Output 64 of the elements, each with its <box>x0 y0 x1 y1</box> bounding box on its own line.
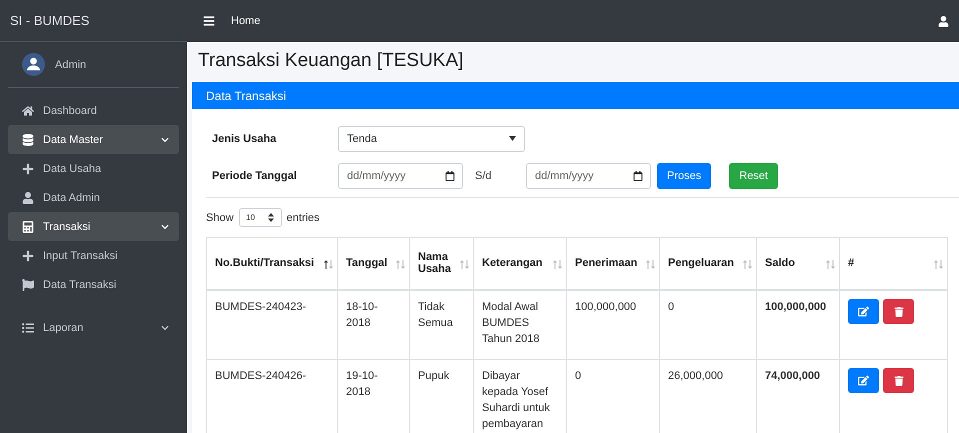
caret-icon <box>509 136 516 141</box>
entries-select[interactable]: 10 <box>238 208 282 227</box>
sidebar-subitem[interactable]: Data Transaksi <box>8 270 179 299</box>
chevron-icon[interactable] <box>161 136 169 144</box>
sidebar-item[interactable]: Data Master <box>8 125 179 154</box>
chevron-icon[interactable] <box>161 222 169 230</box>
page-title: Transaksi Keuangan [TESUKA] <box>198 50 464 72</box>
database-icon <box>22 134 34 146</box>
delete-button[interactable] <box>883 368 914 393</box>
table-cell: Tidak Semua <box>410 290 474 359</box>
column-header[interactable]: Keterangan <box>474 238 566 290</box>
list-icon <box>22 322 34 334</box>
edit-icon <box>858 306 869 316</box>
trash-icon <box>894 306 904 316</box>
card-title: Data Transaksi <box>192 82 959 109</box>
calendar-icon[interactable] <box>633 170 643 180</box>
submit-button[interactable]: Proses <box>657 162 712 188</box>
table-cell: 18-10-2018 <box>338 290 410 359</box>
avatar-icon <box>22 53 45 76</box>
delete-button[interactable] <box>883 299 914 324</box>
sidebar-subitem[interactable]: Data Admin <box>8 183 179 212</box>
table-cell: BUMDES-240423- <box>206 290 338 359</box>
column-header[interactable]: Saldo <box>756 238 840 290</box>
separator-text: S/d <box>474 170 493 182</box>
table-cell: Modal Awal BUMDES Tahun 2018 <box>474 290 566 359</box>
sidebar-item[interactable]: Laporan <box>8 313 179 342</box>
column-header[interactable]: # <box>840 238 948 290</box>
select-field[interactable]: Tenda <box>338 126 525 152</box>
length-label: entries <box>286 212 320 224</box>
calculator-icon <box>22 220 34 232</box>
date-field[interactable]: dd/mm/yyyy <box>526 162 651 188</box>
flag-icon <box>22 278 34 290</box>
edit-button[interactable] <box>848 368 879 392</box>
sort-icon[interactable] <box>324 260 333 269</box>
sidebar-subitem[interactable]: Data Usaha <box>8 154 179 183</box>
column-header[interactable]: No.Bukti/Transaksi <box>206 238 338 290</box>
sidebar-item[interactable]: Transaksi <box>8 212 179 241</box>
menu-icon[interactable] <box>203 15 215 27</box>
table-cell: BUMDES-240426- <box>206 359 338 433</box>
field-label: Periode Tanggal <box>212 170 298 182</box>
column-header[interactable]: Nama Usaha <box>410 238 474 290</box>
length-label: Show <box>206 212 234 224</box>
spinner-icon <box>268 213 274 222</box>
column-header[interactable]: Pengeluaran <box>660 238 756 290</box>
user-icon[interactable] <box>938 16 949 26</box>
table-cell: 0 <box>660 290 756 359</box>
column-header[interactable]: Tanggal <box>338 238 410 290</box>
calendar-icon[interactable] <box>445 170 455 180</box>
table-cell: 100,000,000 <box>756 290 840 359</box>
sidebar-subitem[interactable]: Input Transaksi <box>8 241 179 270</box>
edit-icon <box>858 374 869 386</box>
field-label: Jenis Usaha <box>212 132 278 144</box>
home-icon <box>22 104 34 116</box>
plus-icon <box>22 162 34 174</box>
user-name[interactable]: Admin <box>55 58 86 70</box>
date-field[interactable]: dd/mm/yyyy <box>338 162 463 188</box>
table-cell: 100,000,000 <box>566 290 660 359</box>
user-icon <box>22 192 34 204</box>
plus-icon <box>22 250 34 262</box>
chevron-icon[interactable] <box>161 324 169 332</box>
edit-button[interactable] <box>848 298 879 324</box>
trash-icon <box>894 376 904 386</box>
sidebar-item[interactable]: Dashboard <box>8 96 179 125</box>
column-header[interactable]: Penerimaan <box>566 238 660 290</box>
